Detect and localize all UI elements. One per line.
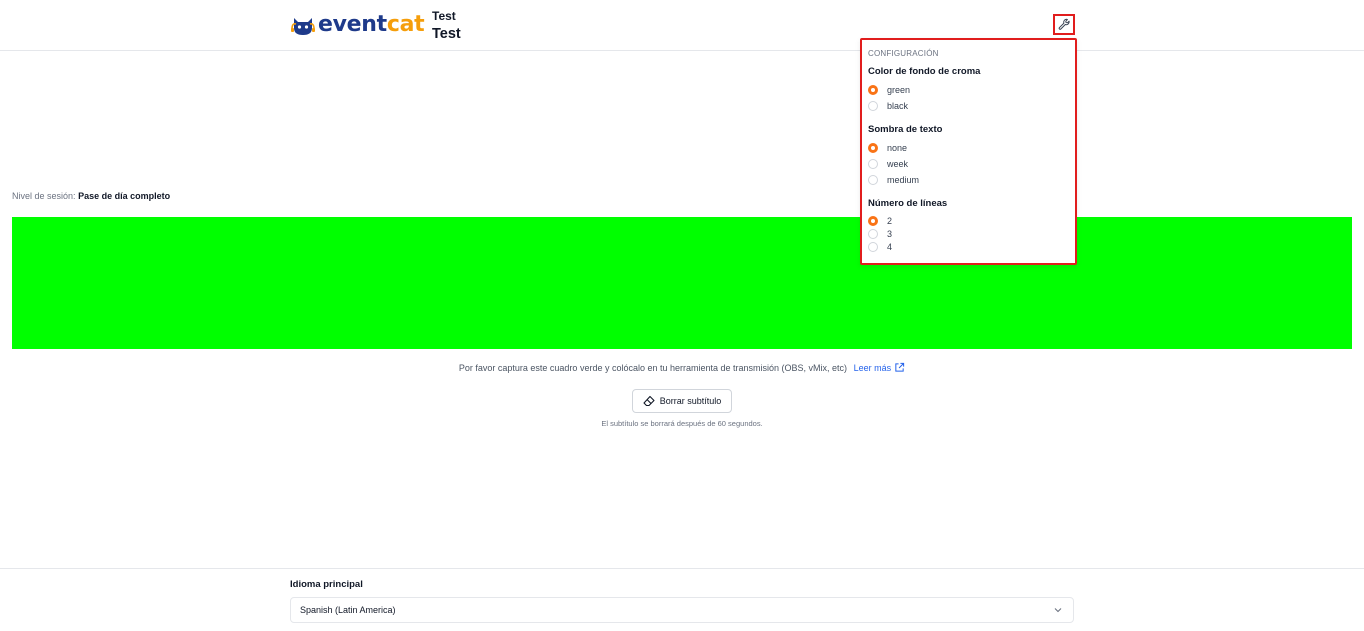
radio-indicator[interactable]: [868, 85, 878, 95]
line-count-options: 2 3 4: [868, 214, 1069, 253]
radio-indicator[interactable]: [868, 101, 878, 111]
radio-label: none: [887, 143, 908, 153]
radio-chroma-green[interactable]: green: [868, 82, 1069, 98]
language-select-value: Spanish (Latin America): [300, 605, 396, 615]
radio-shadow-none[interactable]: none: [868, 140, 1069, 156]
settings-button[interactable]: [1053, 14, 1075, 35]
radio-label: medium: [887, 175, 920, 185]
cat-logo-icon: [291, 18, 315, 35]
radio-lines-3[interactable]: 3: [868, 227, 1069, 240]
external-link-icon[interactable]: [894, 362, 905, 373]
logo-text-event: event: [318, 12, 387, 37]
logo-text-cat: cat: [386, 12, 425, 37]
chevron-down-icon: [1054, 608, 1062, 613]
eraser-icon: [643, 395, 655, 407]
read-more-link[interactable]: Leer más: [854, 362, 906, 373]
wrench-icon: [1058, 18, 1070, 30]
clear-subtitle-note: El subtítulo se borrará después de 60 se…: [601, 419, 763, 428]
radio-label: 4: [887, 241, 893, 252]
radio-lines-2[interactable]: 2: [868, 214, 1069, 227]
radio-label: green: [887, 85, 911, 95]
primary-language-label: Idioma principal: [290, 579, 363, 590]
capture-note-text: Por favor captura este cuadro verde y co…: [458, 363, 848, 373]
event-name-line2: Test: [432, 26, 461, 42]
clear-subtitle-button[interactable]: Borrar subtítulo: [632, 389, 732, 413]
event-title: Test Test: [432, 8, 461, 43]
primary-language-select[interactable]: Spanish (Latin America): [290, 597, 1074, 623]
clear-subtitle-label: Borrar subtítulo: [659, 396, 722, 406]
radio-indicator[interactable]: [868, 241, 878, 252]
radio-label: black: [887, 101, 909, 111]
chroma-key-box: [12, 217, 1352, 349]
text-shadow-title: Sombra de texto: [868, 124, 943, 135]
radio-indicator[interactable]: [868, 215, 878, 226]
capture-instructions: Por favor captura este cuadro verde y co…: [0, 362, 1364, 373]
read-more-label[interactable]: Leer más: [854, 363, 892, 373]
logo-wordmark: eventcat: [318, 12, 425, 38]
session-level-label: Nivel de sesión:: [12, 191, 76, 201]
settings-popover: CONFIGURACIÓN Color de fondo de croma gr…: [860, 38, 1077, 265]
radio-label: 3: [887, 228, 893, 239]
radio-shadow-medium[interactable]: medium: [868, 172, 1069, 188]
radio-shadow-week[interactable]: week: [868, 156, 1069, 172]
radio-indicator[interactable]: [868, 159, 878, 169]
line-count-title: Número de líneas: [868, 198, 948, 209]
radio-lines-4[interactable]: 4: [868, 240, 1069, 253]
popover-heading: CONFIGURACIÓN: [868, 49, 939, 58]
radio-label: week: [887, 159, 909, 169]
eventcat-logo[interactable]: eventcat: [290, 11, 425, 39]
chroma-color-options: green black: [868, 82, 1069, 114]
radio-chroma-black[interactable]: black: [868, 98, 1069, 114]
session-level: Nivel de sesión: Pase de día completo: [12, 191, 170, 201]
text-shadow-options: none week medium: [868, 140, 1069, 188]
radio-indicator[interactable]: [868, 143, 878, 153]
top-header: eventcat Test Test: [0, 0, 1364, 51]
radio-label: 2: [887, 215, 893, 226]
session-level-value: Pase de día completo: [78, 191, 171, 201]
chroma-color-title: Color de fondo de croma: [868, 66, 981, 77]
language-footer: Idioma principal Spanish (Latin America): [0, 568, 1364, 631]
radio-indicator[interactable]: [868, 175, 878, 185]
radio-indicator[interactable]: [868, 228, 878, 239]
event-name-line1: Test: [432, 9, 456, 23]
